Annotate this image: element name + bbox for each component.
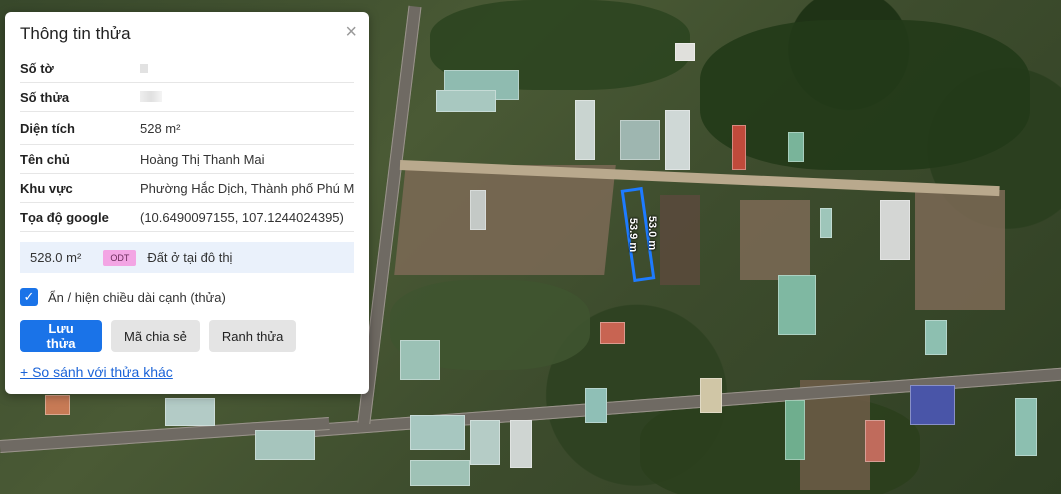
info-row-coordinates: Tọa độ google (10.6490097155, 107.124402…	[20, 203, 354, 232]
map-building	[165, 398, 215, 426]
share-code-button[interactable]: Mã chia sẻ	[111, 320, 200, 352]
map-building	[778, 275, 816, 335]
map-building	[410, 415, 465, 450]
map-building	[585, 388, 607, 423]
map-vegetation	[700, 20, 1030, 170]
info-value: Hoàng Thị Thanh Mai	[140, 151, 265, 167]
map-building	[788, 132, 804, 162]
map-building	[436, 90, 496, 112]
info-row-owner: Tên chủ Hoàng Thị Thanh Mai	[20, 145, 354, 174]
map-building	[665, 110, 690, 170]
info-value	[140, 61, 354, 76]
map-building	[675, 43, 695, 61]
land-use-type: Đất ở tại đô thị	[147, 250, 233, 265]
land-use-box: 528.0 m² ODT Đất ở tại đô thị	[20, 242, 354, 273]
map-building	[470, 190, 486, 230]
parcel-info-table: Số tờ Số thửa Diện tích 528 m² Tên chủ H…	[20, 54, 354, 232]
map-building	[575, 100, 595, 160]
map-building	[910, 385, 955, 425]
map-building	[1015, 398, 1037, 456]
map-bare-field	[915, 190, 1005, 310]
map-building	[255, 430, 315, 460]
map-building	[865, 420, 885, 462]
info-row-parcel-number: Số thửa	[20, 83, 354, 112]
map-building	[470, 420, 500, 465]
info-label: Diện tích	[20, 120, 75, 136]
blurred-value	[140, 63, 148, 73]
info-row-region: Khu vực Phường Hắc Dịch, Thành phố Phú M…	[20, 174, 354, 203]
checkbox-checked-icon[interactable]: ✓	[20, 288, 38, 306]
map-building	[620, 120, 660, 160]
map-building	[700, 378, 722, 413]
map-building	[820, 208, 832, 238]
info-label: Số tờ	[20, 60, 54, 76]
panel-actions: Lưu thửa Mã chia sẻ Ranh thửa	[20, 320, 297, 352]
parcel-edge-length-label: 53.9 m	[627, 217, 640, 253]
map-building	[785, 400, 805, 460]
map-building	[600, 322, 625, 344]
edge-length-toggle[interactable]: ✓ Ẩn / hiện chiều dài cạnh (thửa)	[20, 288, 226, 306]
info-label: Tên chủ	[20, 151, 70, 167]
map-building	[732, 125, 746, 170]
map-bare-field	[394, 165, 616, 275]
close-icon[interactable]: ×	[345, 22, 357, 42]
info-value: 528 m²	[140, 120, 181, 136]
map-building	[410, 460, 470, 486]
land-use-code-badge: ODT	[103, 249, 137, 266]
map-bare-field	[660, 195, 700, 285]
map-building	[400, 340, 440, 380]
blurred-value	[140, 90, 162, 102]
parcel-edge-length-label: 53.0 m	[646, 215, 659, 251]
info-row-sheet-number: Số tờ	[20, 54, 354, 83]
toggle-label: Ẩn / hiện chiều dài cạnh (thửa)	[48, 289, 226, 305]
info-value: Phường Hắc Dịch, Thành phố Phú Mỹ	[140, 180, 354, 196]
panel-title: Thông tin thửa	[20, 24, 131, 43]
map-building	[925, 320, 947, 355]
save-parcel-button[interactable]: Lưu thửa	[20, 320, 102, 352]
parcel-info-panel: Thông tin thửa × Số tờ Số thửa Diện tích…	[5, 12, 369, 394]
land-use-area: 528.0 m²	[30, 250, 82, 265]
info-value: (10.6490097155, 107.1244024395)	[140, 209, 344, 225]
info-row-area: Diện tích 528 m²	[20, 112, 354, 145]
map-building	[510, 420, 532, 468]
info-label: Tọa độ google	[20, 209, 109, 225]
parcel-boundary-button[interactable]: Ranh thửa	[208, 320, 297, 352]
map-bare-field	[740, 200, 810, 280]
compare-parcel-link[interactable]: + So sánh với thửa khác	[20, 364, 173, 380]
info-label: Khu vực	[20, 180, 73, 196]
info-value	[140, 90, 354, 105]
info-label: Số thửa	[20, 89, 70, 105]
map-building	[45, 395, 70, 415]
map-building	[880, 200, 910, 260]
